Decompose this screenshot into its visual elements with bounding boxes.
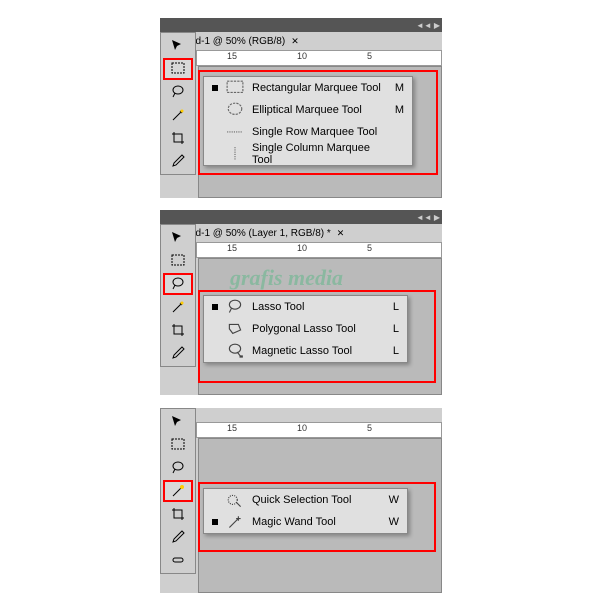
- close-icon[interactable]: ✕: [291, 36, 299, 47]
- flyout-item-rectangular-marquee[interactable]: Rectangular Marquee Tool M: [204, 77, 412, 99]
- wand-tool[interactable]: [163, 296, 193, 318]
- ruler-tick: 15: [227, 423, 237, 433]
- eyedropper-tool[interactable]: [163, 342, 193, 364]
- col-marquee-icon: [226, 146, 244, 162]
- flyout-label: Polygonal Lasso Tool: [252, 323, 377, 335]
- shortcut-key: M: [390, 104, 404, 116]
- wand-tool[interactable]: [163, 104, 193, 126]
- panel-header: ◄◄▶: [160, 210, 442, 224]
- flyout-label: Lasso Tool: [252, 301, 377, 313]
- move-tool[interactable]: [163, 227, 193, 249]
- flyout-label: Elliptical Marquee Tool: [252, 104, 382, 116]
- flyout-item-elliptical-marquee[interactable]: Elliptical Marquee Tool M: [204, 99, 412, 121]
- current-marker-icon: [212, 85, 218, 91]
- tab-title: ed-1 @ 50% (Layer 1, RGB/8) *: [190, 228, 331, 239]
- screenshot-panel-1: ◄◄▶ ed-1 @ 50% (RGB/8) ✕ 15 10 5 Rectangu…: [160, 18, 442, 198]
- expand-icon[interactable]: ▶: [434, 21, 440, 30]
- flyout-item-polygonal-lasso[interactable]: Polygonal Lasso Tool L: [204, 318, 407, 340]
- tools-palette: [160, 32, 196, 175]
- flyout-item-single-column-marquee[interactable]: Single Column Marquee Tool: [204, 143, 412, 165]
- lasso-tool[interactable]: [163, 81, 193, 103]
- lasso-flyout: Lasso Tool L Polygonal Lasso Tool L Magnet…: [203, 295, 408, 363]
- screenshot-panel-2: ◄◄▶ ed-1 @ 50% (Layer 1, RGB/8) * ✕ 15 10…: [160, 210, 442, 395]
- shortcut-key: L: [385, 301, 399, 313]
- rect-marquee-icon: [226, 80, 244, 96]
- tab-title: ed-1 @ 50% (RGB/8): [190, 36, 285, 47]
- marquee-tool[interactable]: [163, 58, 193, 80]
- lasso-tool[interactable]: [163, 273, 193, 295]
- ellipse-marquee-icon: [226, 102, 244, 118]
- mag-lasso-icon: [226, 343, 244, 359]
- lasso-tool[interactable]: [163, 457, 193, 479]
- collapse-icon[interactable]: ◄◄: [416, 213, 432, 222]
- healing-brush-tool[interactable]: [163, 549, 193, 571]
- crop-tool[interactable]: [163, 503, 193, 525]
- wand-icon: [226, 514, 244, 530]
- tools-palette: [160, 408, 196, 574]
- document-tab[interactable]: ed-1 @ 50% (RGB/8) ✕: [160, 32, 442, 50]
- shortcut-key: L: [385, 345, 399, 357]
- wand-flyout: Quick Selection Tool W Magic Wand Tool W: [203, 488, 408, 534]
- screenshot-panel-3: 15 10 5 Quick Selection Tool W Magic Wand…: [160, 408, 442, 593]
- watermark-text: grafis media: [230, 265, 343, 291]
- ruler-tick: 5: [367, 243, 372, 253]
- marquee-tool[interactable]: [163, 434, 193, 456]
- flyout-label: Quick Selection Tool: [252, 494, 377, 506]
- move-tool[interactable]: [163, 35, 193, 57]
- close-icon[interactable]: ✕: [337, 228, 345, 239]
- flyout-item-magnetic-lasso[interactable]: Magnetic Lasso Tool L: [204, 340, 407, 362]
- crop-tool[interactable]: [163, 127, 193, 149]
- expand-icon[interactable]: ▶: [434, 213, 440, 222]
- shortcut-key: W: [385, 516, 399, 528]
- ruler-tick: 15: [227, 243, 237, 253]
- ruler-tick: 15: [227, 51, 237, 61]
- shortcut-key: M: [390, 82, 404, 94]
- ruler-tick: 5: [367, 51, 372, 61]
- ruler-tick: 5: [367, 423, 372, 433]
- current-marker-icon: [212, 519, 218, 525]
- flyout-label: Magnetic Lasso Tool: [252, 345, 377, 357]
- quick-sel-icon: [226, 492, 244, 508]
- current-marker-icon: [212, 304, 218, 310]
- tools-palette: [160, 224, 196, 367]
- eyedropper-tool[interactable]: [163, 150, 193, 172]
- collapse-icon[interactable]: ◄◄: [416, 21, 432, 30]
- horizontal-ruler: 15 10 5: [196, 422, 442, 438]
- marquee-flyout: Rectangular Marquee Tool M Elliptical Mar…: [203, 76, 413, 166]
- shortcut-key: L: [385, 323, 399, 335]
- document-tab[interactable]: ed-1 @ 50% (Layer 1, RGB/8) * ✕: [160, 224, 442, 242]
- wand-tool[interactable]: [163, 480, 193, 502]
- shortcut-key: W: [385, 494, 399, 506]
- crop-tool[interactable]: [163, 319, 193, 341]
- flyout-item-magic-wand[interactable]: Magic Wand Tool W: [204, 511, 407, 533]
- ruler-tick: 10: [297, 51, 307, 61]
- ruler-tick: 10: [297, 423, 307, 433]
- lasso-icon: [226, 299, 244, 315]
- flyout-label: Rectangular Marquee Tool: [252, 82, 382, 94]
- flyout-item-lasso[interactable]: Lasso Tool L: [204, 296, 407, 318]
- horizontal-ruler: 15 10 5: [196, 50, 442, 66]
- row-marquee-icon: [226, 124, 244, 140]
- flyout-item-quick-selection[interactable]: Quick Selection Tool W: [204, 489, 407, 511]
- flyout-label: Single Column Marquee Tool: [252, 142, 382, 166]
- ruler-tick: 10: [297, 243, 307, 253]
- horizontal-ruler: 15 10 5: [196, 242, 442, 258]
- marquee-tool[interactable]: [163, 250, 193, 272]
- move-tool[interactable]: [163, 411, 193, 433]
- flyout-label: Single Row Marquee Tool: [252, 126, 382, 138]
- flyout-item-single-row-marquee[interactable]: Single Row Marquee Tool: [204, 121, 412, 143]
- poly-lasso-icon: [226, 321, 244, 337]
- panel-header: ◄◄▶: [160, 18, 442, 32]
- flyout-label: Magic Wand Tool: [252, 516, 377, 528]
- eyedropper-tool[interactable]: [163, 526, 193, 548]
